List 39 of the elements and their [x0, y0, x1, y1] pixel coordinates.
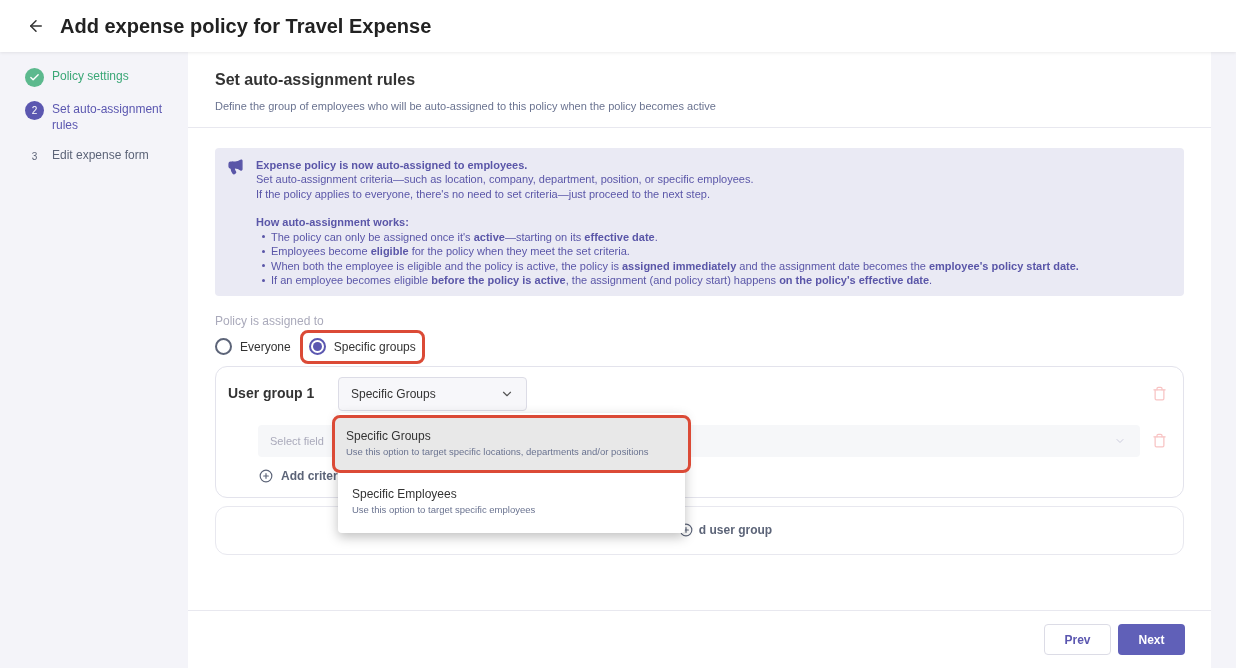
- option-title: Specific Groups: [346, 428, 432, 446]
- step-number: 3: [30, 150, 39, 164]
- bullet-text: If an employee becomes eligible before the policy is active, the assignment (and policy start) happens on the policy's effective date.: [271, 273, 933, 288]
- option-description: Use this option to target specific employees: [352, 503, 537, 518]
- bullet-text: When both the employee is eligible and the policy is active, the policy is assigned immediately and the assignment date becomes the employee's policy start date.: [271, 258, 1079, 273]
- group-type-select[interactable]: Specific Groups: [338, 376, 527, 411]
- plus-circle-icon: [678, 523, 693, 537]
- option-description: Use this option to target specific locations, departments and/or positions: [346, 445, 650, 460]
- bullet-icon: [262, 235, 265, 239]
- bullet-icon: [262, 249, 265, 253]
- delete-icon[interactable]: [1152, 433, 1167, 448]
- banner-title: Expense policy is now auto-assigned to employees.: [256, 157, 529, 172]
- bullet-icon: [262, 278, 265, 282]
- plus-circle-icon: [259, 468, 273, 483]
- prev-button[interactable]: Prev: [1044, 624, 1111, 655]
- radio-icon: [308, 338, 326, 355]
- banner-text: If the policy applies to everyone, there's no need to set criteria—just proceed to the next step.: [256, 186, 711, 201]
- check-icon: [25, 68, 44, 87]
- user-group-title: User group 1: [228, 384, 316, 403]
- option-title: Specific Employees: [352, 486, 458, 504]
- delete-icon[interactable]: [1152, 386, 1167, 401]
- dropdown-option[interactable]: Specific Groups Use this option to target specific locations, departments and/or positions: [332, 414, 691, 473]
- step-label[interactable]: Edit expense form: [52, 147, 149, 163]
- step-number: 2: [25, 101, 44, 120]
- radio-option[interactable]: Everyone: [206, 329, 300, 364]
- radio-icon: [215, 338, 232, 355]
- section-title: Set auto-assignment rules: [215, 70, 417, 90]
- banner-subtitle: How auto-assignment works:: [256, 215, 410, 230]
- banner-text: Set auto-assignment criteria—such as location, company, department, position, or specific employees.: [256, 172, 755, 187]
- page-title: Add expense policy for Travel Expense: [60, 14, 432, 39]
- bullet-text: Employees become eligible for the policy when they meet the set criteria.: [271, 244, 630, 259]
- radio-option[interactable]: Specific groups: [299, 329, 425, 364]
- assignment-label: Policy is assigned to: [215, 312, 325, 330]
- step-label[interactable]: Set auto-assignment rules: [52, 101, 168, 133]
- bullet-text: The policy can only be assigned once it's active—starting on its effective date.: [271, 229, 658, 244]
- megaphone-icon: [227, 157, 244, 175]
- next-button[interactable]: Next: [1118, 624, 1185, 655]
- bullet-icon: [262, 264, 265, 268]
- section-subtitle: Define the group of employees who will be auto-assigned to this policy when the policy becomes active: [215, 99, 717, 114]
